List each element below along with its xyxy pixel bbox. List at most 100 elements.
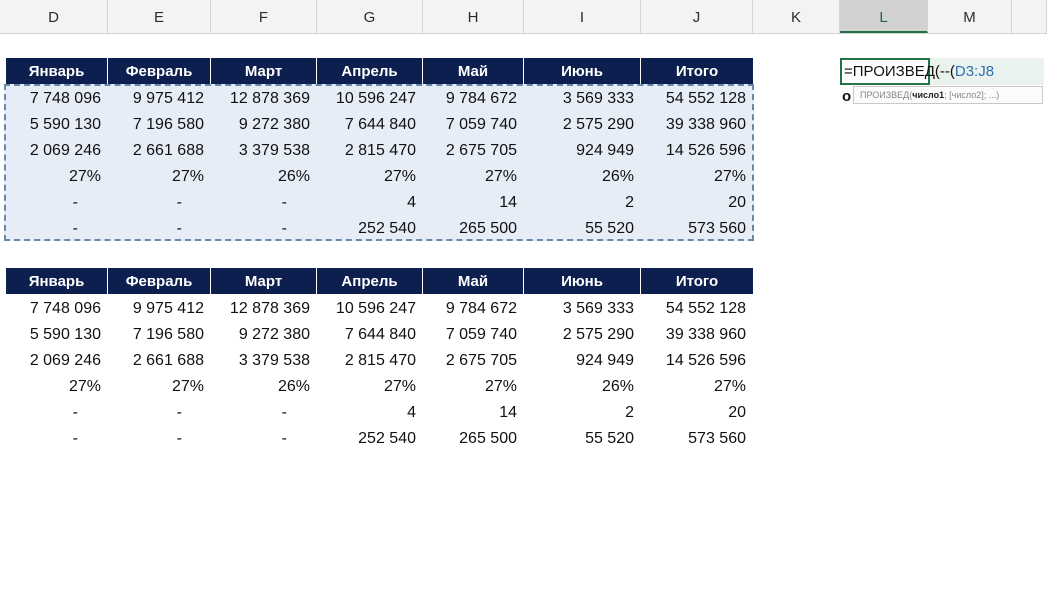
table1-cell[interactable]: 14: [423, 189, 524, 215]
table2-cell[interactable]: 14: [423, 399, 524, 425]
table1-cell[interactable]: 7 644 840: [317, 111, 423, 137]
column-header-h[interactable]: H: [423, 0, 524, 33]
table1-cell[interactable]: 924 949: [524, 137, 641, 163]
table1-cell[interactable]: 252 540: [317, 215, 423, 241]
table1-cell[interactable]: 2 661 688: [108, 137, 211, 163]
table2-cell[interactable]: 4: [317, 399, 423, 425]
table1-header-cell[interactable]: Февраль: [108, 58, 211, 84]
table2-cell[interactable]: 2 675 705: [423, 347, 524, 373]
column-header-k[interactable]: K: [753, 0, 840, 33]
table1-cell[interactable]: 10 596 247: [317, 85, 423, 111]
table1-cell[interactable]: 55 520: [524, 215, 641, 241]
table2-cell[interactable]: 27%: [641, 373, 753, 399]
table2-cell[interactable]: 27%: [317, 373, 423, 399]
table2-cell[interactable]: 2 575 290: [524, 321, 641, 347]
table2-cell[interactable]: 14 526 596: [641, 347, 753, 373]
table2-cell[interactable]: 27%: [0, 373, 108, 399]
table2-cell[interactable]: 3 569 333: [524, 295, 641, 321]
table1-cell[interactable]: 9 784 672: [423, 85, 524, 111]
table1-cell[interactable]: 7 196 580: [108, 111, 211, 137]
table2-cell[interactable]: 573 560: [641, 425, 753, 451]
table2-cell[interactable]: 55 520: [524, 425, 641, 451]
table1-cell[interactable]: 27%: [641, 163, 753, 189]
table2-cell[interactable]: -: [211, 425, 317, 451]
table2-cell[interactable]: 7 196 580: [108, 321, 211, 347]
table1-cell[interactable]: 27%: [0, 163, 108, 189]
formula-edit-cell[interactable]: =ПРОИЗВЕД(--(D3:J8: [840, 58, 994, 85]
table2-cell[interactable]: 924 949: [524, 347, 641, 373]
table2-cell[interactable]: 2 069 246: [0, 347, 108, 373]
table2-cell[interactable]: -: [0, 425, 108, 451]
table2-cell[interactable]: 3 379 538: [211, 347, 317, 373]
table1-header-cell[interactable]: Итого: [641, 58, 753, 84]
table1-cell[interactable]: 5 590 130: [0, 111, 108, 137]
table1-cell[interactable]: 7 059 740: [423, 111, 524, 137]
table2-cell[interactable]: 26%: [211, 373, 317, 399]
table1-cell[interactable]: 2 675 705: [423, 137, 524, 163]
table1-cell[interactable]: 265 500: [423, 215, 524, 241]
table2-cell[interactable]: 20: [641, 399, 753, 425]
table2-header-cell[interactable]: Февраль: [108, 268, 211, 294]
table1-cell[interactable]: 4: [317, 189, 423, 215]
table1-cell[interactable]: -: [108, 215, 211, 241]
table1-cell[interactable]: 7 748 096: [0, 85, 108, 111]
table2-cell[interactable]: 2 815 470: [317, 347, 423, 373]
table1-cell[interactable]: 3 569 333: [524, 85, 641, 111]
table2-header-cell[interactable]: Июнь: [524, 268, 641, 294]
table1-cell[interactable]: 27%: [108, 163, 211, 189]
table1-header-cell[interactable]: Апрель: [317, 58, 423, 84]
table1-cell[interactable]: 2 069 246: [0, 137, 108, 163]
table2-cell[interactable]: 26%: [524, 373, 641, 399]
table1-cell[interactable]: 54 552 128: [641, 85, 753, 111]
table2-cell[interactable]: -: [211, 399, 317, 425]
table1-cell[interactable]: 26%: [211, 163, 317, 189]
table2-cell[interactable]: 2 661 688: [108, 347, 211, 373]
table1-cell[interactable]: 573 560: [641, 215, 753, 241]
table2-cell[interactable]: -: [108, 425, 211, 451]
table2-cell[interactable]: 9 784 672: [423, 295, 524, 321]
table2-cell[interactable]: 39 338 960: [641, 321, 753, 347]
table1-cell[interactable]: 27%: [317, 163, 423, 189]
table1-cell[interactable]: -: [108, 189, 211, 215]
table2-cell[interactable]: 12 878 369: [211, 295, 317, 321]
table2-cell[interactable]: -: [108, 399, 211, 425]
table1-header-cell[interactable]: Май: [423, 58, 524, 84]
table1-cell[interactable]: 9 272 380: [211, 111, 317, 137]
table2-cell[interactable]: 2: [524, 399, 641, 425]
column-header-next[interactable]: [1012, 0, 1047, 33]
table2-header-cell[interactable]: Май: [423, 268, 524, 294]
column-header-i[interactable]: I: [524, 0, 641, 33]
table2-cell[interactable]: 265 500: [423, 425, 524, 451]
table1-cell[interactable]: -: [0, 189, 108, 215]
table1-cell[interactable]: 20: [641, 189, 753, 215]
column-header-j[interactable]: J: [641, 0, 753, 33]
function-tooltip[interactable]: ПРОИЗВЕД(число1; [число2]; ...): [853, 86, 1043, 104]
table2-cell[interactable]: 54 552 128: [641, 295, 753, 321]
table2-header-cell[interactable]: Апрель: [317, 268, 423, 294]
table2-cell[interactable]: 7 644 840: [317, 321, 423, 347]
table2-cell[interactable]: 7 059 740: [423, 321, 524, 347]
table2-cell[interactable]: 9 975 412: [108, 295, 211, 321]
table2-cell[interactable]: 27%: [108, 373, 211, 399]
table1-cell[interactable]: 3 379 538: [211, 137, 317, 163]
table1-header-cell[interactable]: Март: [211, 58, 317, 84]
table1-cell[interactable]: -: [211, 189, 317, 215]
table1-cell[interactable]: -: [211, 215, 317, 241]
table1-header-cell[interactable]: Январь: [6, 58, 108, 84]
table2-header-cell[interactable]: Итого: [641, 268, 753, 294]
table2-cell[interactable]: 252 540: [317, 425, 423, 451]
table1-cell[interactable]: 26%: [524, 163, 641, 189]
column-header-e[interactable]: E: [108, 0, 211, 33]
table1-cell[interactable]: 2: [524, 189, 641, 215]
table1-cell[interactable]: 39 338 960: [641, 111, 753, 137]
table1-header-cell[interactable]: Июнь: [524, 58, 641, 84]
column-header-f[interactable]: F: [211, 0, 317, 33]
column-header-d[interactable]: D: [0, 0, 108, 33]
table2-header-cell[interactable]: Январь: [6, 268, 108, 294]
column-header-m[interactable]: M: [928, 0, 1012, 33]
table2-cell[interactable]: 10 596 247: [317, 295, 423, 321]
table1-cell[interactable]: -: [0, 215, 108, 241]
table1-cell[interactable]: 12 878 369: [211, 85, 317, 111]
table1-cell[interactable]: 2 575 290: [524, 111, 641, 137]
table2-cell[interactable]: 27%: [423, 373, 524, 399]
